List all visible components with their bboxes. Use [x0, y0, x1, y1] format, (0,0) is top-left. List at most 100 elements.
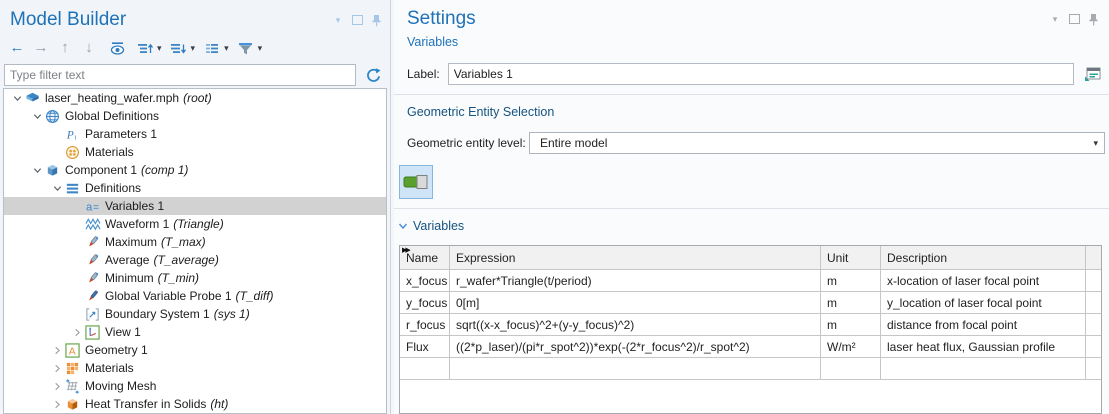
cell-name[interactable]: Flux	[400, 336, 450, 358]
refresh-icon[interactable]	[362, 64, 384, 86]
tree-expanded-arrow-icon[interactable]	[50, 181, 64, 195]
cell-name[interactable]: y_focus	[400, 292, 450, 314]
label-input[interactable]	[448, 63, 1074, 85]
column-header-expression[interactable]: Expression	[450, 246, 821, 270]
tree-expanded-arrow-icon[interactable]	[30, 109, 44, 123]
pin-icon[interactable]	[370, 14, 382, 26]
section-variables[interactable]: Variables	[413, 219, 464, 233]
variables-icon: a=	[84, 199, 101, 214]
cell-unit[interactable]: W/m²	[821, 336, 881, 358]
cell-expression[interactable]: r_wafer*Triangle(t/period)	[450, 270, 821, 292]
cell-description[interactable]: x-location of laser focal point	[881, 270, 1086, 292]
cell-description[interactable]	[881, 358, 1086, 380]
panel-menu-icon[interactable]: ▾	[332, 14, 344, 26]
panel-menu-icon[interactable]: ▾	[1049, 13, 1061, 25]
show-eye-icon[interactable]	[106, 37, 128, 59]
float-window-icon[interactable]	[351, 14, 363, 26]
table-row: x_focusr_wafer*Triangle(t/period)mx-loca…	[400, 270, 1101, 292]
tree-item-maximum[interactable]: Maximum(T_max)	[4, 233, 386, 251]
parameters-icon: Pi	[64, 127, 81, 142]
move-up-icon[interactable]: ↑	[54, 37, 76, 59]
tree-collapsed-arrow-icon[interactable]	[50, 397, 64, 411]
tree-item-variables-1[interactable]: a=Variables 1	[4, 197, 386, 215]
tree-item-label: Parameters 1	[85, 127, 157, 141]
materials-comp-icon	[64, 361, 81, 376]
geometric-entity-level-select[interactable]: Entire model ▾	[529, 132, 1105, 154]
cell-name[interactable]	[400, 358, 450, 380]
tree-item-tag: (T_average)	[153, 253, 218, 267]
active-toggle-button[interactable]	[399, 165, 433, 199]
filter-funnel-icon[interactable]	[235, 37, 257, 59]
tree-collapsed-arrow-icon[interactable]	[70, 325, 84, 339]
cell-expression[interactable]: ((2*p_laser)/(pi*r_spot^2))*exp(-(2*r_fo…	[450, 336, 821, 358]
svg-text:=: =	[93, 202, 99, 213]
expand-list-icon[interactable]	[134, 37, 156, 59]
column-header-description[interactable]: Description	[881, 246, 1086, 270]
heat-transfer-icon	[64, 397, 81, 412]
tree-item-label: Maximum	[105, 235, 157, 249]
tree-collapsed-arrow-icon[interactable]	[50, 379, 64, 393]
tree-collapsed-arrow-icon[interactable]	[50, 361, 64, 375]
tree-item-parameters-1[interactable]: Pi Parameters 1	[4, 125, 386, 143]
tree-spacer	[50, 145, 64, 159]
tree-item-global-definitions[interactable]: Global Definitions	[4, 107, 386, 125]
tree-item-geometry-1[interactable]: AGeometry 1	[4, 341, 386, 359]
column-header-name[interactable]: ▶▶Name	[400, 246, 450, 270]
tree-item-moving-mesh[interactable]: Moving Mesh	[4, 377, 386, 395]
filter-input[interactable]	[4, 64, 356, 86]
tree-item-global-variable-probe-1[interactable]: Global Variable Probe 1(T_diff)	[4, 287, 386, 305]
cell-unit[interactable]: m	[821, 270, 881, 292]
model-builder-titlebar: Model Builder ▾	[0, 0, 390, 34]
float-window-icon[interactable]	[1068, 13, 1080, 25]
tree-item-boundary-system-1[interactable]: Boundary System 1(sys 1)	[4, 305, 386, 323]
tree-item-waveform-1[interactable]: Waveform 1(Triangle)	[4, 215, 386, 233]
tree-item-laser-heating-wafer-mph[interactable]: laser_heating_wafer.mph(root)	[4, 89, 386, 107]
tree-item-heat-transfer-in-solids[interactable]: Heat Transfer in Solids(ht)	[4, 395, 386, 413]
cell-description[interactable]: laser heat flux, Gaussian profile	[881, 336, 1086, 358]
cell-description[interactable]: distance from focal point	[881, 314, 1086, 336]
tree-item-tag: (root)	[183, 91, 212, 105]
cell-name[interactable]: r_focus	[400, 314, 450, 336]
component-icon	[44, 163, 61, 178]
cell-name[interactable]: x_focus	[400, 270, 450, 292]
tree-spacer	[70, 217, 84, 231]
tree-expanded-arrow-icon[interactable]	[30, 163, 44, 177]
tree-item-materials[interactable]: Materials	[4, 143, 386, 161]
model-builder-title: Model Builder	[10, 9, 332, 31]
tree-item-materials[interactable]: Materials	[4, 359, 386, 377]
geometric-entity-level-value: Entire model	[540, 136, 1093, 150]
definitions-icon	[64, 181, 81, 196]
pin-icon[interactable]	[1087, 13, 1099, 25]
node-text-list-icon[interactable]	[201, 37, 223, 59]
tree-item-average[interactable]: Average(T_average)	[4, 251, 386, 269]
section-collapse-icon[interactable]	[398, 221, 408, 231]
cell-unit[interactable]: m	[821, 292, 881, 314]
collapse-list-icon[interactable]	[168, 37, 190, 59]
model-builder-toolbar: ← → ↑ ↓ ▾ ▾ ▾	[0, 36, 390, 60]
form-window-icon[interactable]	[1082, 63, 1104, 85]
cell-unit[interactable]	[821, 358, 881, 380]
tree-expanded-arrow-icon[interactable]	[10, 91, 24, 105]
node-text-dropdown-icon[interactable]: ▾	[224, 43, 229, 54]
tree-item-component-1[interactable]: Component 1(comp 1)	[4, 161, 386, 179]
column-header-unit[interactable]: Unit	[821, 246, 881, 270]
cell-expression[interactable]	[450, 358, 821, 380]
moving-mesh-icon	[64, 379, 81, 394]
tree-item-minimum[interactable]: Minimum(T_min)	[4, 269, 386, 287]
cell-expression[interactable]: 0[m]	[450, 292, 821, 314]
table-row	[400, 358, 1101, 380]
forward-arrow-icon[interactable]: →	[30, 37, 52, 59]
probe-icon	[84, 271, 101, 286]
cell-description[interactable]: y_location of laser focal point	[881, 292, 1086, 314]
cell-unit[interactable]: m	[821, 314, 881, 336]
move-down-icon[interactable]: ↓	[78, 37, 100, 59]
tree-item-definitions[interactable]: Definitions	[4, 179, 386, 197]
row-marker-icon: ▶▶	[402, 247, 409, 254]
tree-collapsed-arrow-icon[interactable]	[50, 343, 64, 357]
expand-list-dropdown-icon[interactable]: ▾	[157, 43, 162, 54]
back-arrow-icon[interactable]: ←	[6, 37, 28, 59]
tree-item-view-1[interactable]: View 1	[4, 323, 386, 341]
collapse-list-dropdown-icon[interactable]: ▾	[191, 43, 196, 54]
cell-expression[interactable]: sqrt((x-x_focus)^2+(y-y_focus)^2)	[450, 314, 821, 336]
filter-dropdown-icon[interactable]: ▾	[258, 43, 263, 54]
